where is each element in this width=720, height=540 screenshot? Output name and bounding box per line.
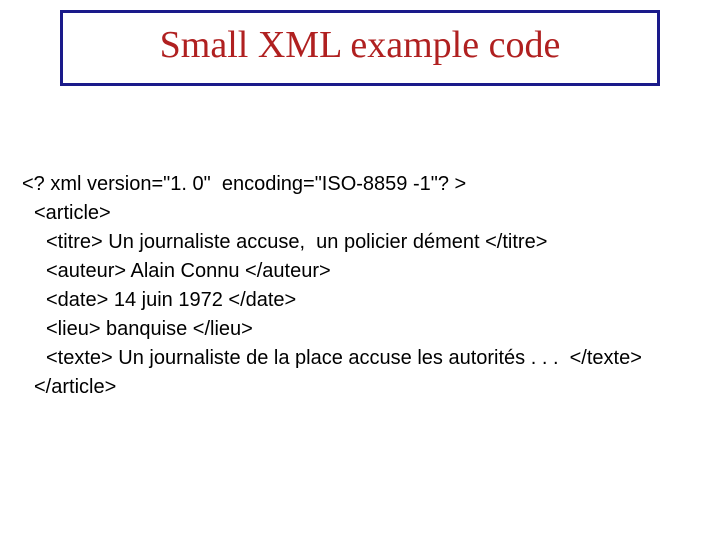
code-line-article-open: <article> (22, 199, 698, 228)
code-line-lieu: <lieu> banquise </lieu> (22, 315, 698, 344)
code-line-titre: <titre> Un journaliste accuse, un polici… (22, 228, 698, 257)
code-line-article-close: </article> (22, 373, 698, 402)
xml-code-block: <? xml version="1. 0" encoding="ISO-8859… (22, 170, 698, 402)
slide-title: Small XML example code (63, 25, 657, 67)
code-line-auteur: <auteur> Alain Connu </auteur> (22, 257, 698, 286)
code-line-xml-decl: <? xml version="1. 0" encoding="ISO-8859… (22, 170, 698, 199)
code-line-texte: <texte> Un journaliste de la place accus… (22, 344, 698, 373)
code-line-date: <date> 14 juin 1972 </date> (22, 286, 698, 315)
slide: Small XML example code <? xml version="1… (0, 0, 720, 540)
title-box: Small XML example code (60, 10, 660, 86)
